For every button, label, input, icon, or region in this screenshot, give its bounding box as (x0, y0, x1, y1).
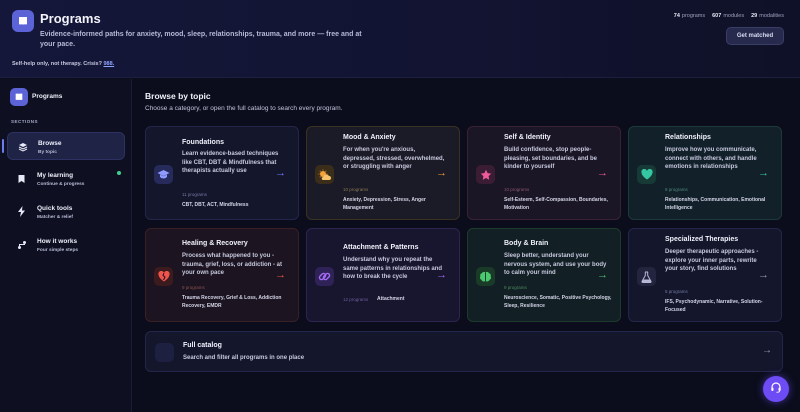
card-title: Self & Identity (504, 134, 551, 141)
card-tags: Anxiety, Depression, Stress, Anger Manag… (343, 197, 426, 211)
stat-programs: 74 programs (673, 13, 706, 19)
arrow-right-icon: → (758, 167, 769, 179)
sidebar-item-sub: Four simple steps (37, 248, 79, 253)
page-header: Programs Evidence-informed paths for anx… (0, 0, 800, 78)
topic-card-mood-anxiety[interactable]: Mood & Anxiety For when you're anxious, … (306, 126, 460, 220)
topic-card-healing-recovery[interactable]: Healing & Recovery Process what happened… (145, 228, 299, 322)
section-subtitle: Choose a category, or open the full cata… (145, 105, 343, 112)
sidebar-item-label: Browse (38, 140, 62, 147)
card-title: Healing & Recovery (182, 240, 248, 247)
stats-bar: 74 programs 607 modules 29 modalities (674, 13, 784, 19)
sidebar-item-label: My learning (37, 172, 74, 179)
arrow-right-icon: → (758, 269, 769, 281)
star-icon (476, 165, 495, 184)
card-description: Deeper therapeutic approaches - explore … (665, 249, 759, 272)
section-title: Browse by topic (145, 91, 211, 101)
topic-card-foundations[interactable]: Foundations Learn evidence-based techniq… (145, 126, 299, 220)
full-catalog-title: Full catalog (183, 342, 222, 349)
sun-cloud-icon (315, 165, 334, 184)
card-tags: Neuroscience, Somatic, Positive Psycholo… (504, 295, 612, 309)
sidebar-item-sub: By topic (38, 150, 57, 155)
sidebar-title: Programs (32, 93, 63, 100)
page-description: Evidence-informed paths for anxiety, moo… (40, 31, 362, 48)
sidebar: Programs SECTIONS Browse By topic My lea… (0, 79, 132, 412)
card-count: 9 programs (504, 285, 527, 290)
book-icon (12, 10, 34, 32)
crisis-text: Self-help only, not therapy. Crisis? (12, 61, 102, 67)
card-count: 10 programs (343, 187, 369, 192)
sidebar-item-my-learning[interactable]: My learning Continue & progress (7, 165, 125, 193)
bookmark-icon (16, 173, 27, 184)
full-catalog-subtitle: Search and filter all programs in one pl… (183, 355, 305, 361)
flask-icon (637, 267, 656, 286)
card-tags: IFS, Psychodynamic, Narrative, Solution-… (665, 299, 763, 313)
sidebar-item-sub: Continue & progress (37, 182, 85, 187)
card-count: 11 programs (182, 192, 207, 197)
arrow-right-icon: → (762, 345, 772, 356)
topic-card-self-identity[interactable]: Self & Identity Build confidence, stop p… (467, 126, 621, 220)
arrow-right-icon: → (597, 269, 608, 281)
sidebar-item-quick-tools[interactable]: Quick tools Matcher & relief (7, 198, 125, 226)
card-title: Attachment & Patterns (343, 244, 419, 251)
crisis-notice: Self-help only, not therapy. Crisis? 988… (12, 61, 114, 67)
card-tags: CBT, DBT, ACT, Mindfulness (182, 202, 249, 208)
topic-card-body-brain[interactable]: Body & Brain Sleep better, understand yo… (467, 228, 621, 322)
get-matched-button[interactable]: Get matched (726, 27, 784, 45)
layers-icon (17, 141, 28, 152)
card-title: Specialized Therapies (665, 236, 739, 243)
headset-icon (770, 380, 782, 398)
card-title: Mood & Anxiety (343, 134, 396, 141)
sidebar-item-label: How it works (37, 238, 78, 245)
card-count: 12 programs (343, 297, 369, 302)
lightning-icon (16, 206, 27, 217)
card-tags: Trauma Recovery, Grief & Loss, Addiction… (182, 295, 282, 309)
card-title: Relationships (665, 134, 711, 141)
topic-card-specialized-therapies[interactable]: Specialized Therapies Deeper therapeutic… (628, 228, 782, 322)
sidebar-item-how-it-works[interactable]: How it works Four simple steps (7, 231, 125, 259)
sidebar-item-browse[interactable]: Browse By topic (7, 132, 125, 160)
catalog-icon (155, 343, 174, 362)
steps-icon (16, 239, 27, 250)
card-description: Improve how you communicate, connect wit… (665, 147, 757, 170)
graduation-cap-icon (154, 165, 173, 184)
arrow-right-icon: → (275, 167, 286, 179)
card-description: Understand why you repeat the same patte… (343, 257, 443, 280)
broken-heart-icon (154, 267, 173, 286)
card-description: For when you're anxious, depressed, stre… (343, 147, 445, 170)
card-description: Sleep better, understand your nervous sy… (504, 253, 607, 276)
notification-dot (117, 171, 121, 175)
arrow-right-icon: → (275, 269, 286, 281)
support-button[interactable] (763, 376, 789, 402)
card-count: 9 programs (182, 285, 205, 290)
card-count: 8 programs (665, 187, 688, 192)
book-icon (10, 88, 28, 106)
topic-card-relationships[interactable]: Relationships Improve how you communicat… (628, 126, 782, 220)
card-count: 5 programs (665, 289, 688, 294)
topic-card-attachment-patterns[interactable]: Attachment & Patterns Understand why you… (306, 228, 460, 322)
card-tags: Relationships, Communication, Emotional … (665, 197, 766, 211)
page-title: Programs (40, 11, 101, 26)
card-description: Build confidence, stop people-pleasing, … (504, 147, 598, 170)
card-title: Foundations (182, 139, 224, 146)
card-description: Process what happened to you - trauma, g… (182, 253, 283, 276)
card-count: 10 programs (504, 187, 530, 192)
sidebar-item-label: Quick tools (37, 205, 73, 212)
stat-modalities: 29 modalities (751, 13, 784, 19)
arrow-right-icon: → (436, 167, 447, 179)
heart-icon (637, 165, 656, 184)
active-indicator (2, 139, 4, 153)
sidebar-section-label: SECTIONS (11, 119, 39, 124)
full-catalog-card[interactable]: Full catalog Search and filter all progr… (145, 331, 783, 372)
crisis-link[interactable]: 988. (103, 61, 114, 67)
arrow-right-icon: → (597, 167, 608, 179)
arrow-right-icon: → (436, 269, 447, 281)
stat-modules: 607 modules (712, 13, 745, 19)
card-description: Learn evidence-based techniques like CBT… (182, 151, 279, 174)
sidebar-item-sub: Matcher & relief (37, 215, 73, 220)
link-icon (315, 267, 334, 286)
brain-icon (476, 267, 495, 286)
card-title: Body & Brain (504, 240, 549, 247)
card-tags: Self-Esteem, Self-Compassion, Boundaries… (504, 197, 608, 211)
